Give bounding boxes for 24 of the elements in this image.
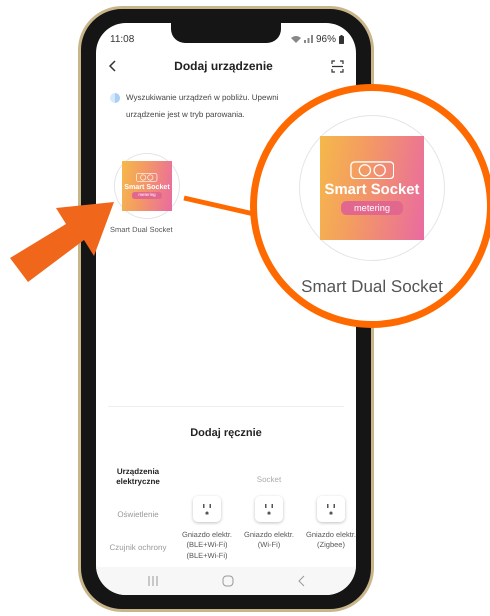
group-title: Socket [256,474,282,486]
signal-icon [304,35,313,43]
outlet-icon[interactable] [193,496,221,522]
scanning-text: Wyszukiwanie urządzeń w pobliżu. Upewni [126,93,278,102]
battery-level: 96% [316,34,336,44]
outlet-icon[interactable] [255,496,283,522]
product-badge: metering [340,201,404,216]
scan-icon[interactable] [331,60,344,72]
battery-icon [339,34,344,44]
scanning-text: urządzenie jest w tryb parowania. [126,110,246,119]
socket-icon [350,160,394,180]
device-name: Smart Dual Socket [301,277,443,297]
loading-icon [110,93,120,103]
home-icon[interactable] [222,575,234,587]
section-title: Dodaj ręcznie [189,426,263,440]
recent-apps-icon[interactable] [147,576,160,586]
status-time: 11:08 [110,34,134,44]
back-icon[interactable] [108,60,116,72]
outlet-icon[interactable] [317,496,345,522]
page-title: Dodaj urządzenie [174,59,273,73]
category-tab[interactable]: Urządzenia elektryczne [102,466,174,488]
wifi-icon [290,35,301,43]
socket-icon [136,172,158,182]
product-title: Smart Socket [324,182,420,198]
